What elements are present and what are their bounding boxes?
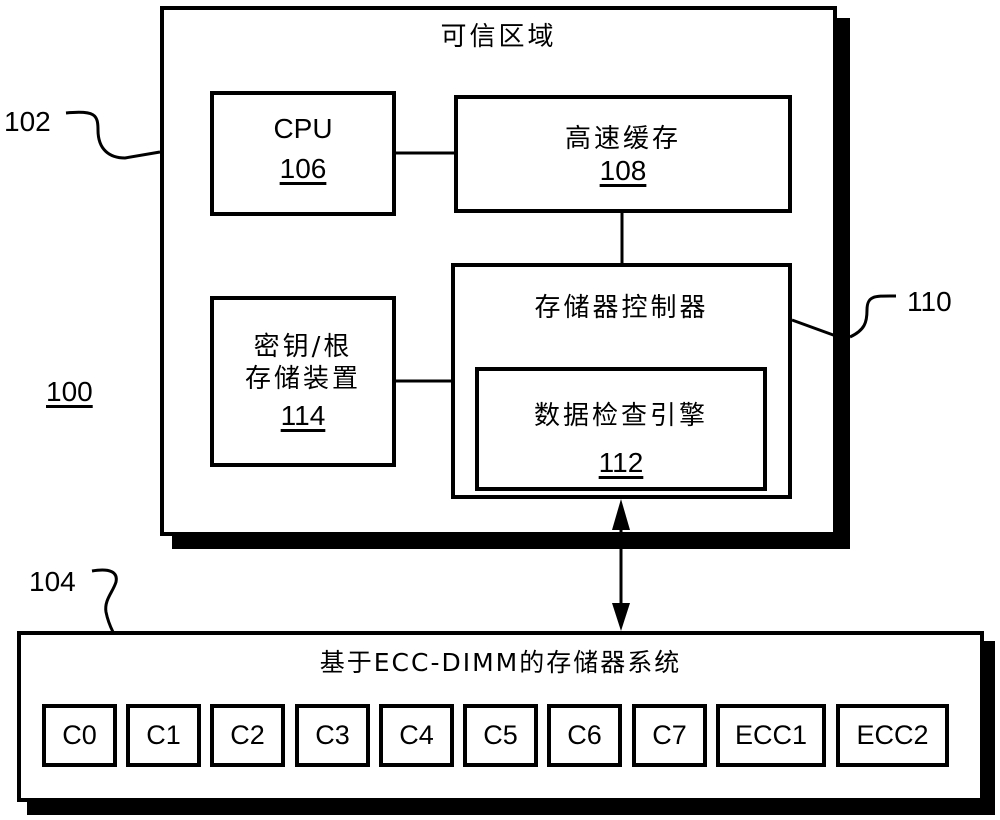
cpu-label: CPU bbox=[273, 113, 333, 144]
memory-chip: C4 bbox=[379, 704, 454, 767]
memory-chip: C5 bbox=[463, 704, 538, 767]
trusted-region-title: 可信区域 bbox=[440, 22, 557, 52]
memory-chip: C2 bbox=[210, 704, 285, 767]
data-check-engine-ref: 112 bbox=[598, 447, 644, 478]
memory-controller-label: 存储器控制器 bbox=[534, 293, 709, 323]
memory-chip: C6 bbox=[547, 704, 622, 767]
cache-label: 高速缓存 bbox=[564, 124, 681, 154]
memory-controller-ref: 110 bbox=[907, 286, 952, 317]
cache-ref: 108 bbox=[599, 155, 647, 186]
memory-controller-leader bbox=[849, 294, 897, 339]
memory-system-ref: 104 bbox=[29, 566, 76, 597]
cpu-ref: 106 bbox=[279, 153, 327, 184]
system-ref: 100 bbox=[46, 376, 93, 407]
memory-chip: C1 bbox=[126, 704, 201, 767]
data-check-engine-label: 数据检查引擎 bbox=[533, 401, 708, 431]
memory-chip-ecc: ECC1 bbox=[716, 704, 826, 767]
memory-chip: C7 bbox=[632, 704, 707, 767]
arrow-down-head bbox=[612, 603, 630, 631]
memory-chip-ecc: ECC2 bbox=[836, 704, 949, 767]
memory-system-leader bbox=[91, 568, 118, 633]
key-root-storage-label-line2: 存储装置 bbox=[244, 364, 361, 394]
trusted-region-leader bbox=[65, 110, 161, 160]
key-root-storage-ref: 114 bbox=[280, 400, 326, 431]
memory-system-title: 基于ECC-DIMM的存储器系统 bbox=[319, 648, 682, 677]
memory-chip: C0 bbox=[42, 704, 117, 767]
memory-chip: C3 bbox=[295, 704, 370, 767]
trusted-region-ref: 102 bbox=[4, 106, 51, 137]
